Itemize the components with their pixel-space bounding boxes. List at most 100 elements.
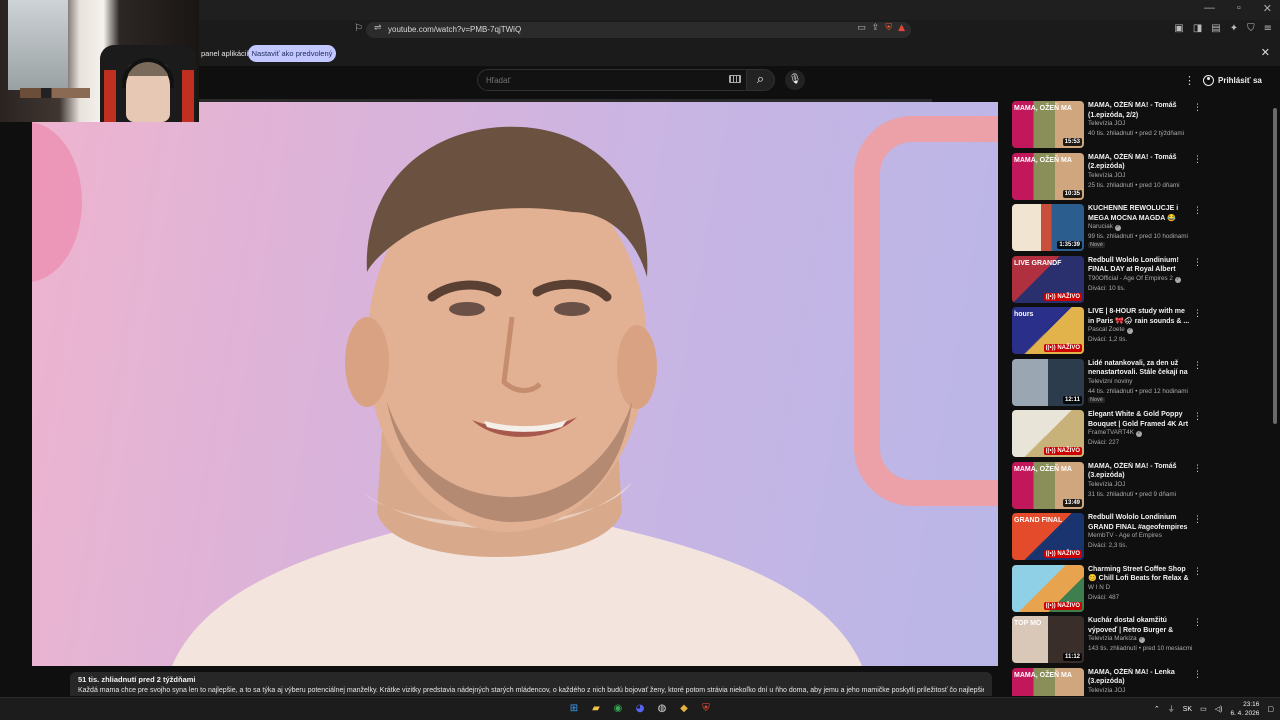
more-actions-icon[interactable]: ⋮ bbox=[1193, 618, 1202, 628]
recommendation-item[interactable]: MAMA, OŽEŇ MA 10:35 MAMA, OŽEŇ MA! - Tomáš… bbox=[1012, 152, 1208, 204]
more-actions-icon[interactable]: ⋮ bbox=[1193, 515, 1202, 525]
recommendation-item[interactable]: ((•)) NAŽIVO Charming Street Coffee Shop … bbox=[1012, 564, 1208, 616]
recommendation-title[interactable]: MAMA, OŽEŇ MA! - Tomáš (1.epizóda, 2/2) bbox=[1088, 101, 1190, 120]
app-icon[interactable]: ◆ bbox=[676, 701, 692, 717]
recommendation-item[interactable]: LIVE GRANDF ((•)) NAŽIVO Redbull Wololo Lo… bbox=[1012, 255, 1208, 307]
channel-name[interactable]: Televízia JOJ bbox=[1088, 687, 1125, 694]
language-indicator[interactable]: SK bbox=[1183, 706, 1192, 713]
recommendation-title[interactable]: KUCHENNE REWOLUCJE i MEGA MOCNA MAGDA 😂 bbox=[1088, 204, 1190, 223]
video-thumbnail[interactable]: MAMA, OŽEŇ MA 10:35 bbox=[1012, 152, 1084, 200]
more-actions-icon[interactable]: ⋮ bbox=[1193, 103, 1202, 113]
channel-name[interactable]: MembTV - Age of Empires bbox=[1088, 532, 1162, 539]
more-actions-icon[interactable]: ⋮ bbox=[1193, 567, 1202, 577]
tab-search-icon[interactable]: ▤ bbox=[1211, 23, 1220, 34]
file-explorer-icon[interactable]: ▰ bbox=[588, 701, 604, 717]
channel-name[interactable]: Naruciak ✓ bbox=[1088, 223, 1121, 231]
channel-name[interactable]: Televízia JOJ bbox=[1088, 172, 1125, 179]
video-thumbnail[interactable]: 1:35:39 bbox=[1012, 204, 1084, 251]
video-player[interactable] bbox=[32, 102, 998, 666]
recommendation-title[interactable]: Redbull Wololo Londinium GRAND FINAL #ag… bbox=[1088, 513, 1190, 532]
more-actions-icon[interactable]: ⋮ bbox=[1193, 412, 1202, 422]
sign-in-button[interactable]: Prihlásiť sa bbox=[1203, 72, 1262, 88]
recommendation-item[interactable]: hours ((•)) NAŽIVO LIVE | 8-HOUR study wit… bbox=[1012, 306, 1208, 358]
discord-icon[interactable]: ◕ bbox=[632, 701, 648, 717]
recommendation-item[interactable]: TOP MO 11:12 Kuchár dostal okamžitú výpove… bbox=[1012, 615, 1208, 667]
sidebar-icon[interactable]: ◨ bbox=[1193, 23, 1202, 34]
close-window-icon[interactable]: ✕ bbox=[1263, 2, 1272, 15]
tray-overflow-icon[interactable]: ⌃ bbox=[1154, 705, 1160, 713]
chrome-icon[interactable]: ◉ bbox=[610, 701, 626, 717]
volume-icon[interactable]: ◁) bbox=[1215, 705, 1223, 713]
brave-icon[interactable]: ⛨ bbox=[698, 701, 714, 717]
more-actions-icon[interactable]: ⋮ bbox=[1193, 464, 1202, 474]
more-actions-icon[interactable]: ⋮ bbox=[1193, 670, 1202, 680]
channel-name[interactable]: Televízia Markíza ✓ bbox=[1088, 635, 1145, 643]
recommendation-item[interactable]: GRAND FINAL ((•)) NAŽIVO Redbull Wololo Lo… bbox=[1012, 512, 1208, 564]
channel-name[interactable]: Televízia JOJ bbox=[1088, 120, 1125, 127]
recommendation-item[interactable]: MAMA, OŽEŇ MA 15:53 MAMA, OŽEŇ MA! - Tomáš… bbox=[1012, 100, 1208, 152]
recommendation-title[interactable]: LIVE | 8-HOUR study with me in Paris 🎀🌧 … bbox=[1088, 307, 1190, 326]
share-icon[interactable]: ⇪ bbox=[872, 23, 880, 33]
recommendation-title[interactable]: Elegant White & Gold Poppy Bouquet | Gol… bbox=[1088, 410, 1190, 429]
recommendation-title[interactable]: Kuchár dostal okamžitú výpoveď | Retro B… bbox=[1088, 616, 1190, 635]
more-options-icon[interactable]: ⋮ bbox=[1184, 74, 1195, 87]
site-info-icon[interactable]: ⇌ bbox=[374, 23, 382, 33]
brave-rewards-icon[interactable]: ▲ bbox=[898, 23, 905, 33]
keyboard-icon[interactable] bbox=[729, 75, 741, 83]
channel-name[interactable]: Televizní noviny bbox=[1088, 378, 1132, 385]
channel-name[interactable]: FrameTVART4K ✓ bbox=[1088, 429, 1142, 437]
video-thumbnail[interactable]: LIVE GRANDF ((•)) NAŽIVO bbox=[1012, 255, 1084, 303]
clock[interactable]: 23:16 6. 4. 2026 bbox=[1230, 700, 1259, 718]
leo-icon[interactable]: ✦ bbox=[1230, 23, 1238, 34]
search-button[interactable]: ⌕ bbox=[747, 69, 775, 91]
search-box[interactable] bbox=[477, 69, 747, 91]
channel-name[interactable]: Pascal Zoete ✓ bbox=[1088, 326, 1133, 334]
bookmark-icon[interactable]: ⚐ bbox=[354, 23, 363, 34]
usb-icon[interactable]: ⏚ bbox=[1168, 704, 1175, 714]
more-actions-icon[interactable]: ⋮ bbox=[1193, 309, 1202, 319]
infobar-close-icon[interactable]: ✕ bbox=[1261, 46, 1270, 59]
video-thumbnail[interactable]: ((•)) NAŽIVO bbox=[1012, 564, 1084, 612]
more-actions-icon[interactable]: ⋮ bbox=[1193, 258, 1202, 268]
recommendation-item[interactable]: 1:35:39 KUCHENNE REWOLUCJE i MEGA MOCNA M… bbox=[1012, 203, 1208, 255]
url-field[interactable]: ⇌ youtube.com/watch?v=PMB-7qjTWiQ ▭ ⇪ ⛨ … bbox=[366, 22, 911, 38]
video-description[interactable]: 51 tis. zhliadnutí pred 2 týždňami Každá… bbox=[70, 672, 992, 696]
recommendation-title[interactable]: MAMA, OŽEŇ MA! - Tomáš (3.epizóda) bbox=[1088, 462, 1190, 481]
recommendation-title[interactable]: MAMA, OŽEŇ MA! - Tomáš (2.epizóda) bbox=[1088, 153, 1190, 172]
recommendation-title[interactable]: MAMA, OŽEŇ MA! - Lenka (3.epizóda) bbox=[1088, 668, 1190, 687]
recommendation-item[interactable]: ((•)) NAŽIVO Elegant White & Gold Poppy B… bbox=[1012, 409, 1208, 461]
windows-start-icon[interactable]: ⊞ bbox=[566, 701, 582, 717]
voice-search-button[interactable]: 🎙 bbox=[785, 70, 805, 90]
recommendation-title[interactable]: Redbull Wololo Londinium! FINAL DAY at R… bbox=[1088, 256, 1190, 275]
network-icon[interactable]: ▭ bbox=[1200, 705, 1207, 713]
more-actions-icon[interactable]: ⋮ bbox=[1193, 206, 1202, 216]
scrollbar-thumb[interactable] bbox=[1273, 108, 1277, 424]
menu-icon[interactable]: ≡ bbox=[1264, 23, 1272, 34]
video-thumbnail[interactable]: GRAND FINAL ((•)) NAŽIVO bbox=[1012, 513, 1084, 560]
channel-name[interactable]: W I N D bbox=[1088, 584, 1110, 591]
video-thumbnail[interactable]: ((•)) NAŽIVO bbox=[1012, 410, 1084, 457]
set-default-button[interactable]: Nastaviť ako predvolený bbox=[248, 45, 336, 62]
cast-icon[interactable]: ▭ bbox=[857, 23, 866, 33]
channel-name[interactable]: T90Official - Age Of Empires 2 ✓ bbox=[1088, 275, 1181, 283]
maximize-icon[interactable]: ▫ bbox=[1237, 2, 1241, 15]
video-thumbnail[interactable]: hours ((•)) NAŽIVO bbox=[1012, 307, 1084, 354]
channel-name[interactable]: Televízia JOJ bbox=[1088, 481, 1125, 488]
more-actions-icon[interactable]: ⋮ bbox=[1193, 155, 1202, 165]
video-thumbnail[interactable]: 12:11 bbox=[1012, 358, 1084, 406]
recommendation-title[interactable]: Lidé natankovali, za den už nenastartova… bbox=[1088, 359, 1190, 378]
minimize-icon[interactable]: — bbox=[1204, 2, 1215, 15]
recommendation-title[interactable]: Charming Street Coffee Shop 😊 Chill Lofi… bbox=[1088, 565, 1190, 584]
search-input[interactable] bbox=[486, 74, 716, 87]
page-scrollbar[interactable] bbox=[1272, 100, 1278, 696]
wallet-icon[interactable]: ▣ bbox=[1174, 23, 1183, 34]
recommendation-item[interactable]: MAMA, OŽEŇ MA 13:49 MAMA, OŽEŇ MA! - Tomáš… bbox=[1012, 461, 1208, 513]
vpn-icon[interactable]: ⛉ bbox=[1247, 23, 1255, 34]
video-thumbnail[interactable]: MAMA, OŽEŇ MA 13:49 bbox=[1012, 461, 1084, 509]
github-icon[interactable]: ◍ bbox=[654, 701, 670, 717]
video-thumbnail[interactable]: TOP MO 11:12 bbox=[1012, 616, 1084, 663]
video-thumbnail[interactable]: MAMA, OŽEŇ MA 15:53 bbox=[1012, 101, 1084, 148]
recommendation-item[interactable]: MAMA, OŽEŇ MA MAMA, OŽEŇ MA! - Lenka (3.e… bbox=[1012, 667, 1208, 696]
notifications-icon[interactable]: ▢ bbox=[1267, 705, 1274, 713]
recommendation-item[interactable]: 12:11 Lidé natankovali, za den už nenasta… bbox=[1012, 358, 1208, 410]
